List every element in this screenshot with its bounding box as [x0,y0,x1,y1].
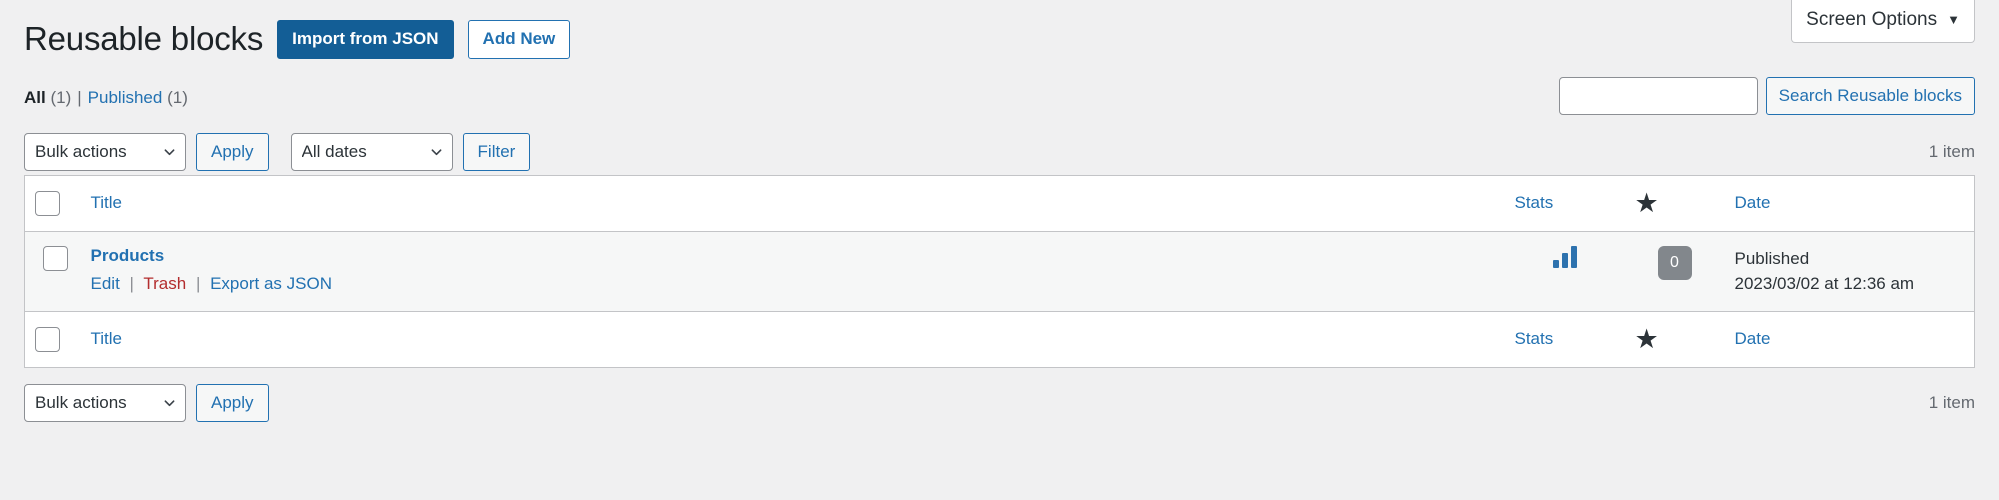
view-all-link[interactable]: All [24,88,46,107]
star-count-badge: 0 [1657,245,1692,280]
column-footer-star: ★ [1624,310,1725,368]
search-box: Search Reusable blocks [1558,76,1975,115]
wp-admin-page: Screen Options ▼ Reusable blocks Import … [0,0,1999,500]
column-footer-title[interactable]: Title [80,310,1505,368]
select-all-footer [24,310,81,368]
bulk-actions-group-bottom: Bulk actions Apply [24,383,269,422]
row-title-link[interactable]: Products [91,246,165,266]
bulk-actions-select-wrap-bottom: Bulk actions [24,383,186,422]
bulk-actions-select-bottom[interactable]: Bulk actions [24,383,186,422]
tablenav-top: Bulk actions Apply All dates Filter 1 it… [24,129,1975,175]
column-footer-date-link[interactable]: Date [1735,329,1771,348]
table-head: Title Stats ★ Date [24,175,1975,232]
row-checkbox[interactable] [43,245,68,271]
row-action-trash[interactable]: Trash [143,274,186,293]
row-stats-cell [1504,231,1625,312]
star-icon: ★ [1634,187,1659,218]
column-footer-title-link[interactable]: Title [91,329,123,348]
select-all-checkbox-bottom[interactable] [35,326,60,352]
import-from-json-button[interactable]: Import from JSON [277,20,454,59]
row-title-cell: Products Edit | Trash | Export as JSON [80,231,1505,312]
date-select-wrap: All dates [290,132,453,171]
column-header-date[interactable]: Date [1724,175,1975,232]
screen-options-button[interactable]: Screen Options ▼ [1791,0,1975,43]
bar-chart-bar-3 [1570,245,1577,268]
table-header-row: Title Stats ★ Date [24,175,1975,232]
date-filter-group: All dates Filter [290,132,531,171]
view-published[interactable]: Published (1) [88,81,188,115]
tablenav-bottom: Bulk actions Apply 1 item [24,380,1975,426]
row-select-cell [24,231,81,312]
views-and-search-row: All (1) | Published (1) Search Reusable … [24,76,1975,123]
bar-chart-icon[interactable] [1552,245,1577,268]
add-new-button[interactable]: Add New [467,20,571,59]
bulk-actions-select-top[interactable]: Bulk actions [24,132,186,171]
row-action-divider-2: | [195,273,201,293]
table-body: Products Edit | Trash | Export as JSON 0… [24,231,1975,312]
search-submit-button[interactable]: Search Reusable blocks [1765,76,1975,115]
apply-button-bottom[interactable]: Apply [196,383,269,422]
table-row: Products Edit | Trash | Export as JSON 0… [24,231,1975,312]
column-footer-date[interactable]: Date [1724,310,1975,368]
screen-options-label: Screen Options [1806,9,1938,30]
reusable-blocks-table: Title Stats ★ Date Products Edit | Trash… [24,174,1975,368]
bar-chart-bar-1 [1552,259,1559,268]
page-title: Reusable blocks [24,20,264,57]
view-all[interactable]: All (1) [24,81,71,115]
select-all-header [24,175,81,232]
column-footer-stats: Stats [1504,310,1625,368]
page-header: Reusable blocks Import from JSON Add New [24,0,1975,61]
select-all-checkbox-top[interactable] [35,190,60,216]
column-header-star: ★ [1624,175,1725,232]
row-date-cell: Published 2023/03/02 at 12:36 am [1724,231,1975,312]
row-action-export-as-json[interactable]: Export as JSON [210,274,332,293]
filter-button[interactable]: Filter [462,132,531,171]
displaying-num-top: 1 item [1928,141,1975,161]
date-filter-select[interactable]: All dates [290,132,453,171]
search-input[interactable] [1558,76,1758,115]
column-header-date-link[interactable]: Date [1735,193,1771,212]
displaying-num-bottom: 1 item [1928,392,1975,412]
view-published-link[interactable]: Published [88,88,163,107]
view-published-count: (1) [167,87,188,107]
row-action-divider-1: | [129,273,134,293]
view-all-count: (1) [50,87,72,107]
bulk-actions-select-wrap-top: Bulk actions [24,132,186,171]
views-separator: | [77,87,82,107]
star-icon: ★ [1634,323,1659,354]
row-action-edit[interactable]: Edit [91,274,120,293]
bar-chart-bar-2 [1561,252,1568,268]
row-actions: Edit | Trash | Export as JSON [91,271,1495,297]
chevron-down-icon: ▼ [1947,11,1960,27]
row-date-value: 2023/03/02 at 12:36 am [1734,274,1915,294]
bulk-actions-group-top: Bulk actions Apply [24,132,269,171]
column-header-title[interactable]: Title [80,175,1505,232]
row-star-cell: 0 [1624,231,1725,312]
table-foot: Title Stats ★ Date [24,310,1975,368]
column-header-title-link[interactable]: Title [91,193,123,212]
column-header-stats: Stats [1504,175,1625,232]
screen-meta-links: Screen Options ▼ [1791,0,1975,43]
row-date-status: Published [1734,248,1810,268]
table-footer-row: Title Stats ★ Date [24,310,1975,368]
apply-button-top[interactable]: Apply [196,132,269,171]
